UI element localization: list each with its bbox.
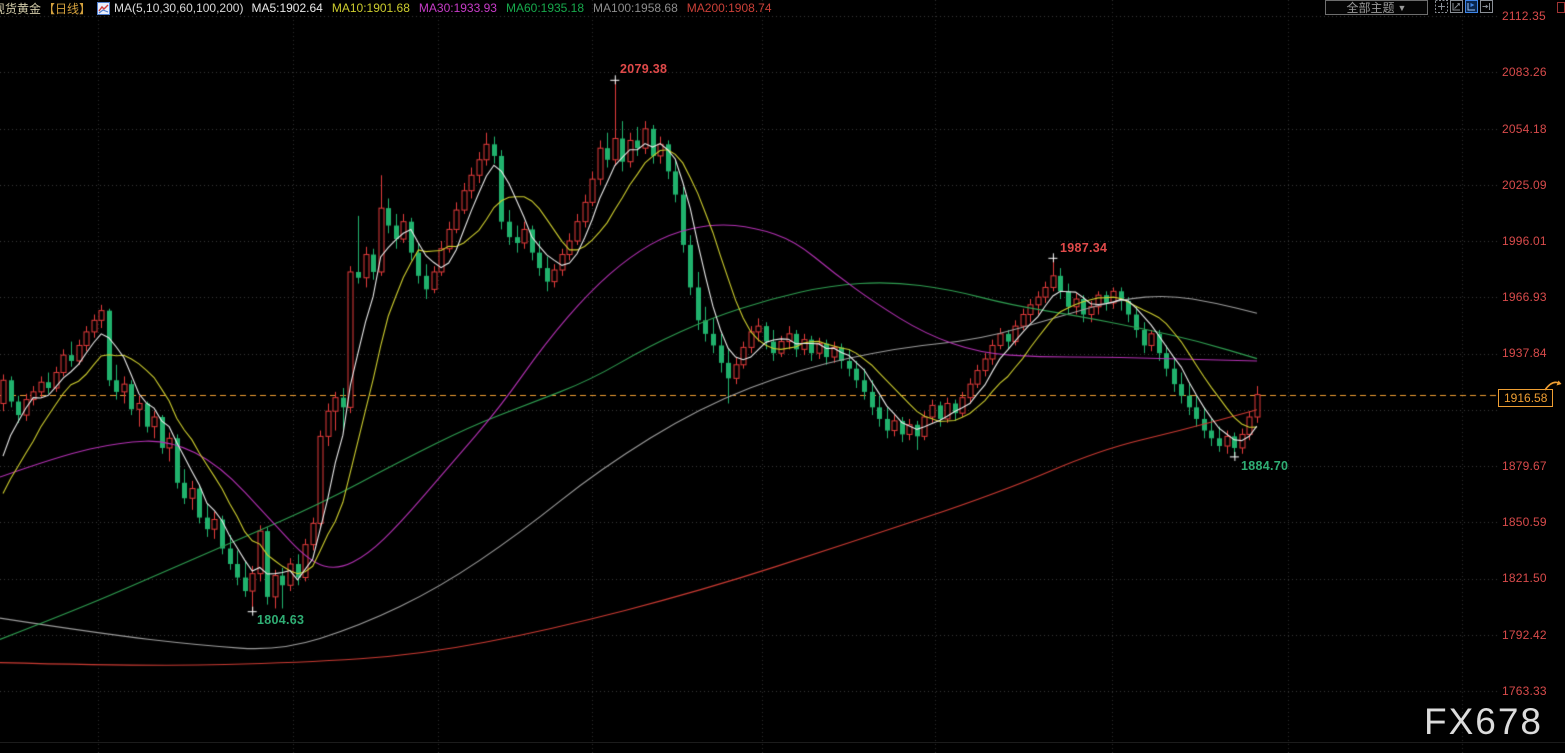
axis-price-label: 2083.26 (1502, 65, 1547, 79)
axis-price-label: 1966.93 (1502, 290, 1547, 304)
scale-axis-icon[interactable] (1450, 0, 1463, 13)
theme-dropdown-label: 全部主题 (1347, 2, 1395, 14)
swing-high-annotation: 1987.34 (1060, 241, 1107, 255)
axis-price-label: 1879.67 (1502, 459, 1547, 473)
axis-price-label: 1821.50 (1502, 571, 1547, 585)
interval-label[interactable]: 【日线】 (43, 0, 91, 17)
price-arrow-icon (1543, 376, 1563, 392)
axis-price-label: 2054.18 (1502, 122, 1547, 136)
ma100-legend: MA100:1958.68 (593, 1, 678, 15)
axis-price-label: 1763.33 (1502, 684, 1547, 698)
chart-header: 现货黄金 【日线】 MA(5,10,30,60,100,200) MA5:190… (0, 0, 781, 16)
ma200-legend: MA200:1908.74 (687, 1, 772, 15)
toolbar-icon-group (1435, 0, 1495, 13)
ma10-legend: MA10:1901.68 (332, 1, 410, 15)
axis-price-label: 1996.01 (1502, 234, 1547, 248)
corner-badge-icon[interactable] (1557, 2, 1565, 13)
axis-price-label: 2112.35 (1502, 9, 1546, 23)
axis-price-label: 1792.42 (1502, 628, 1547, 642)
axis-price-label: 1850.59 (1502, 515, 1547, 529)
chart-toolbar: 全部主题 ▼ (1325, 0, 1495, 15)
ma30-legend: MA30:1933.93 (419, 1, 497, 15)
ma-summary-label: MA(5,10,30,60,100,200) (114, 1, 243, 15)
chevron-down-icon: ▼ (1398, 2, 1407, 14)
trading-chart-window: 现货黄金 【日线】 MA(5,10,30,60,100,200) MA5:190… (0, 0, 1565, 753)
ma60-legend: MA60:1935.18 (506, 1, 584, 15)
axis-price-label: 2025.09 (1502, 178, 1547, 192)
theme-dropdown[interactable]: 全部主题 ▼ (1325, 0, 1428, 15)
swing-low-annotation: 1884.70 (1241, 459, 1288, 473)
shift-chart-icon[interactable] (1480, 0, 1493, 13)
high-price-annotation: 2079.38 (620, 62, 667, 76)
chart-type-icon[interactable] (97, 2, 110, 15)
ma5-legend: MA5:1902.64 (251, 1, 322, 15)
low-price-annotation: 1804.63 (257, 613, 304, 627)
axis-price-label: 1937.84 (1502, 346, 1547, 360)
fx678-watermark: FX678 (1424, 701, 1543, 743)
auto-scale-icon[interactable] (1465, 0, 1478, 13)
candlestick-chart-canvas[interactable] (0, 0, 1565, 753)
pan-icon[interactable] (1435, 0, 1448, 13)
symbol-title: 现货黄金 (0, 0, 41, 17)
bottom-divider (0, 742, 1565, 743)
